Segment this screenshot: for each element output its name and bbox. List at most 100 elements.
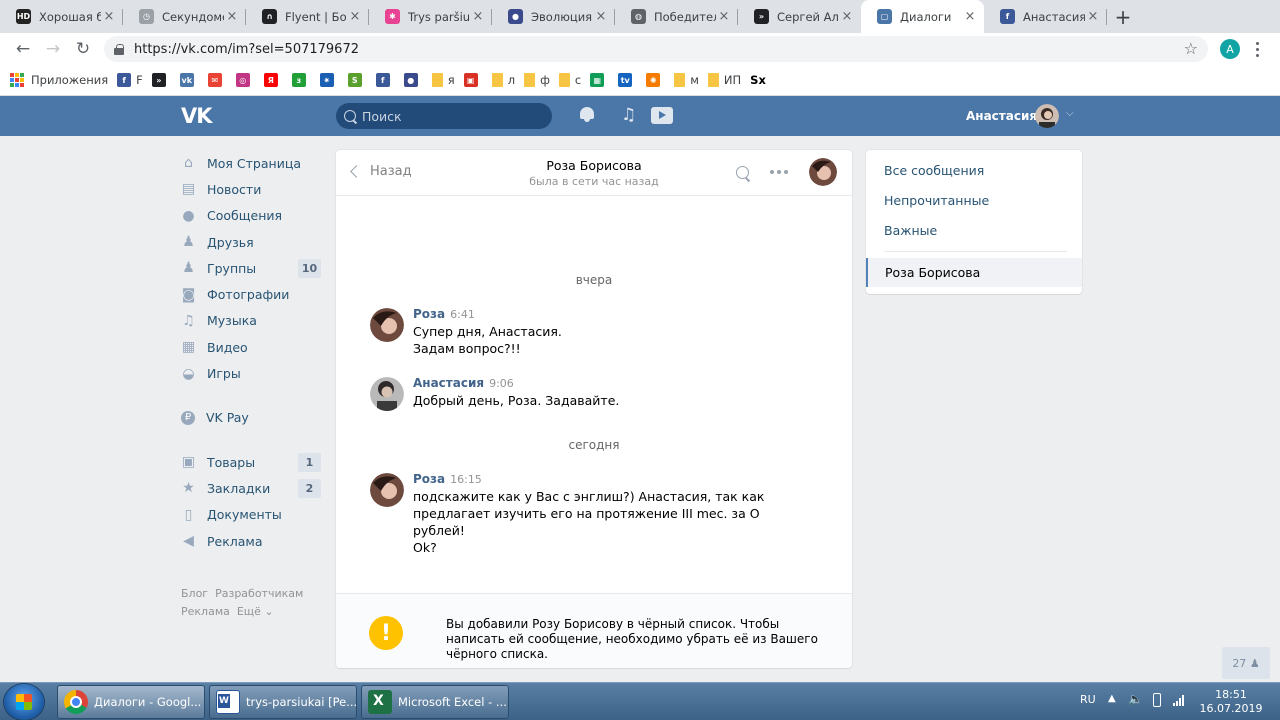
profile-avatar[interactable]: A (1220, 39, 1240, 59)
browser-tab[interactable]: ◍ Победитель× (615, 0, 738, 33)
language-indicator[interactable]: RU (1080, 693, 1096, 706)
browser-menu-icon[interactable] (1254, 38, 1260, 60)
back-arrow-icon[interactable]: ← (8, 34, 38, 64)
close-icon[interactable]: × (101, 9, 117, 24)
bookmark-item[interactable]: Приложения (10, 73, 108, 87)
taskbar-excel-button[interactable]: Microsoft Excel - ... (361, 685, 509, 719)
bookmark-item[interactable]: f (375, 73, 395, 87)
user-name[interactable]: Анастасия (966, 109, 1037, 123)
footer-devs-link[interactable]: Разработчикам (215, 587, 303, 600)
footer-ads-link[interactable]: Реклама (181, 605, 230, 618)
browser-tab[interactable]: ∩ Flyent | Боти× (246, 0, 369, 33)
sidebar-item[interactable]: ♫ Музыка (181, 308, 321, 334)
message-author[interactable]: Анастасия (413, 376, 484, 390)
footer-blog-link[interactable]: Блог (181, 587, 208, 600)
bookmark-item[interactable]: л (491, 73, 515, 87)
more-options-icon[interactable] (770, 170, 788, 174)
sidebar-item[interactable]: ◀ Реклама (181, 528, 321, 554)
bookmark-item[interactable]: Sx (750, 73, 766, 87)
start-button[interactable] (4, 684, 44, 720)
chevron-down-icon[interactable]: ⌵ (1066, 108, 1074, 119)
sidebar-item[interactable]: ♟ Группы 10 (181, 255, 321, 281)
bookmark-item[interactable]: я (431, 73, 455, 87)
sidebar-item[interactable]: ◒ Игры (181, 360, 321, 386)
active-dialog-item[interactable]: Роза Борисова (866, 258, 1082, 287)
bookmark-star-icon[interactable]: ☆ (1184, 39, 1198, 58)
filter-all-messages[interactable]: Все сообщения (884, 163, 984, 178)
battery-icon[interactable] (1153, 693, 1161, 707)
bookmark-item[interactable]: ▦ (590, 73, 609, 87)
close-icon[interactable]: × (470, 9, 486, 24)
footer-more-link[interactable]: Ещё ⌄ (237, 605, 274, 618)
browser-tab[interactable]: HD Хорошая бо× (0, 0, 123, 33)
sidebar-item[interactable]: ♟ Друзья (181, 229, 321, 255)
message-avatar[interactable] (370, 473, 404, 507)
bookmark-item[interactable]: с (558, 73, 581, 87)
sidebar-item[interactable]: ⌂ Моя Страница (181, 150, 321, 176)
bookmark-item[interactable]: tv (618, 73, 637, 87)
new-tab-plus-icon[interactable]: + (1107, 0, 1139, 33)
bookmark-item[interactable]: ИП (707, 73, 741, 87)
sidebar-item[interactable]: ▣ Товары 1 (181, 449, 321, 475)
sidebar-item[interactable]: ▯ Документы (181, 502, 321, 528)
forward-arrow-icon[interactable]: → (38, 34, 68, 64)
browser-tab[interactable]: ✱ Trys paršiuk × (369, 0, 492, 33)
system-clock[interactable]: 18:51 16.07.2019 (1196, 688, 1266, 716)
notifications-bell-icon[interactable] (579, 105, 595, 123)
close-icon[interactable]: × (224, 9, 240, 24)
taskbar-word-button[interactable]: trys-parsiukai [Pe... (209, 685, 357, 719)
bookmark-item[interactable]: Я (263, 73, 283, 87)
reload-icon[interactable]: ↻ (68, 34, 98, 64)
bookmark-item[interactable]: ✷ (319, 73, 339, 87)
sidebar-item[interactable]: ▤ Новости (181, 176, 321, 202)
sidebar-item[interactable]: ▦ Видео (181, 334, 321, 360)
bookmark-item[interactable]: ✺ (646, 73, 665, 87)
bookmark-item[interactable]: м (674, 73, 699, 87)
video-play-icon[interactable] (651, 107, 673, 124)
message-author[interactable]: Роза (413, 472, 445, 486)
bookmark-item[interactable]: ф (524, 73, 550, 87)
browser-tab[interactable]: ◷ Секундомер× (123, 0, 246, 33)
network-icon[interactable] (1172, 693, 1184, 706)
browser-tab[interactable]: ● Эволюция –× (492, 0, 615, 33)
close-icon[interactable]: × (839, 9, 855, 24)
bookmark-item[interactable]: vk (179, 73, 199, 87)
filter-important[interactable]: Важные (884, 223, 937, 238)
browser-tab[interactable]: » Сергей Але× (738, 0, 861, 33)
address-bar[interactable]: https://vk.com/im?sel=507179672 ☆ (104, 36, 1208, 62)
bookmark-item[interactable]: ● (403, 73, 423, 87)
browser-tab[interactable]: ▢ Диалоги × (861, 0, 984, 33)
chat-search-icon[interactable] (736, 166, 749, 179)
show-hidden-icons[interactable]: ▲ (1108, 693, 1120, 705)
sidebar-item[interactable]: ★ Закладки 2 (181, 475, 321, 501)
bookmark-item[interactable]: » (151, 73, 171, 87)
chat-avatar[interactable] (809, 158, 837, 186)
close-icon[interactable]: × (1085, 9, 1101, 24)
volume-icon[interactable]: 🔈 (1128, 692, 1143, 706)
sidebar-item[interactable]: ● Сообщения (181, 203, 321, 229)
user-avatar[interactable] (1035, 104, 1059, 128)
close-icon[interactable]: × (347, 9, 363, 24)
bookmark-item[interactable]: S (347, 73, 367, 87)
message-avatar[interactable] (370, 377, 404, 411)
filter-unread[interactable]: Непрочитанные (884, 193, 989, 208)
sidebar-item[interactable]: ◙ Фотографии (181, 281, 321, 307)
close-icon[interactable]: × (593, 9, 609, 24)
online-friends-button[interactable]: 27 ♟ (1222, 647, 1270, 679)
browser-tab[interactable]: f Анастасия Б× (984, 0, 1107, 33)
bookmark-item[interactable]: fF (117, 73, 143, 87)
bookmark-item[interactable]: ▣ (463, 73, 483, 87)
bookmark-item[interactable]: ◎ (235, 73, 255, 87)
facebook-icon: f (117, 73, 132, 87)
close-icon[interactable]: × (716, 9, 732, 24)
message-avatar[interactable] (370, 308, 404, 342)
bookmark-item[interactable]: ✉ (207, 73, 227, 87)
bookmark-item[interactable]: з (291, 73, 311, 87)
taskbar-chrome-button[interactable]: Диалоги - Googl... (57, 685, 205, 719)
vk-logo[interactable]: VK (181, 104, 213, 128)
close-icon[interactable]: × (962, 9, 978, 24)
music-icon[interactable]: ♫ (621, 105, 636, 125)
sidebar-item[interactable]: ₽ VK Pay (181, 405, 321, 431)
search-input[interactable]: Поиск (336, 103, 552, 129)
message-author[interactable]: Роза (413, 307, 445, 321)
